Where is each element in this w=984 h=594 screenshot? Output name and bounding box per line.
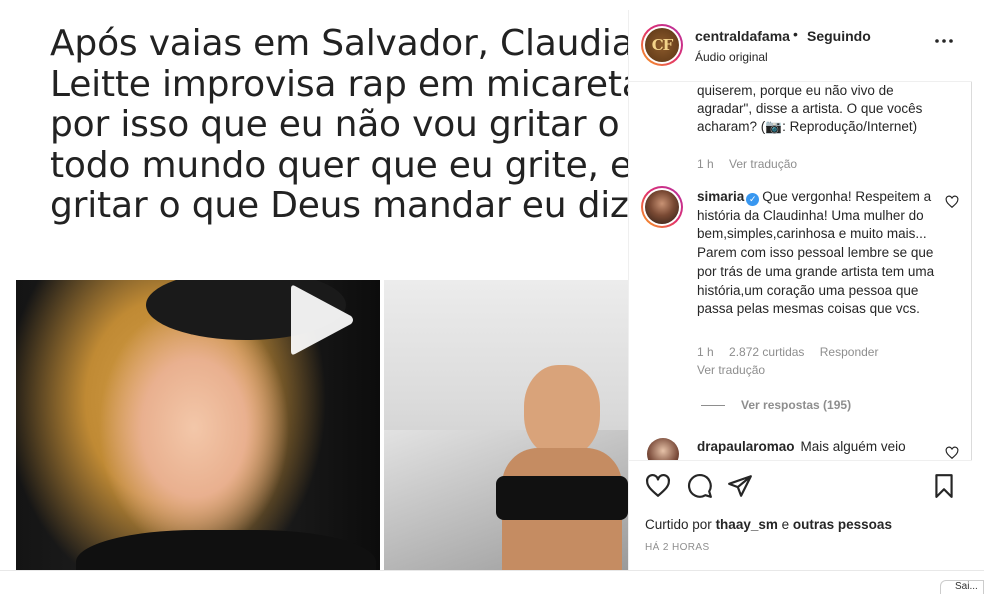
comment-like-icon[interactable] xyxy=(945,446,959,460)
comment-likes[interactable]: 2.872 curtidas xyxy=(729,345,804,359)
comment-bubble-icon[interactable] xyxy=(687,473,713,499)
avatar[interactable]: CF xyxy=(641,24,683,66)
avatar-logo: CF xyxy=(645,28,679,62)
comments-list[interactable]: quiserem, porque eu não vivo de agradar"… xyxy=(629,82,972,460)
post-header: CF centraldafama • Seguindo Áudio origin… xyxy=(629,10,972,82)
liked-by-and: e xyxy=(781,517,790,532)
headline-line: gritar o que Deus mandar eu dizer" xyxy=(50,185,628,226)
caption-text: quiserem, porque eu não vivo de agradar"… xyxy=(697,82,947,136)
caption-line: acharam? (📷: Reprodução/Internet) xyxy=(697,119,918,134)
like-heart-icon[interactable] xyxy=(645,473,671,499)
comment-time: 1 h xyxy=(697,345,714,359)
liked-by-user[interactable]: thaay_sm xyxy=(716,517,778,532)
avatar-photo xyxy=(645,190,679,224)
share-send-icon[interactable] xyxy=(727,473,753,499)
comment-text: Que vergonha! Respeitem a história da Cl… xyxy=(697,189,935,317)
liked-by: Curtido por thaay_sm e outras pessoas xyxy=(645,517,892,532)
more-horizontal-icon[interactable] xyxy=(933,30,955,52)
post-actions: Curtido por thaay_sm e outras pessoas HÁ… xyxy=(629,460,972,570)
comment-avatar[interactable] xyxy=(647,438,679,460)
view-replies-label: Ver respostas (195) xyxy=(741,398,852,412)
separator-dot: • xyxy=(793,26,798,42)
photo-right xyxy=(384,280,628,570)
liked-by-others[interactable]: outras pessoas xyxy=(793,517,892,532)
comment-author[interactable]: drapaularomao xyxy=(697,439,795,454)
save-bookmark-icon[interactable] xyxy=(931,473,957,499)
username-link[interactable]: centraldafama xyxy=(695,28,790,44)
translate-link[interactable]: Ver tradução xyxy=(697,363,765,377)
view-replies-button[interactable]: Ver respostas (195) xyxy=(701,398,851,412)
page-bottom-strip xyxy=(0,570,984,594)
comment-like-icon[interactable] xyxy=(945,195,959,209)
caption-time: 1 h xyxy=(697,157,714,171)
singer-top-shape xyxy=(496,476,628,520)
headline-line: Após vaias em Salvador, Claudia xyxy=(50,23,628,64)
audio-link[interactable]: Áudio original xyxy=(695,50,768,64)
comments-panel: CF centraldafama • Seguindo Áudio origin… xyxy=(628,10,972,570)
jacket-shape xyxy=(76,530,376,570)
comment-avatar[interactable] xyxy=(641,186,683,228)
caption-meta: 1 h Ver tradução xyxy=(697,157,809,171)
verified-badge-icon: ✓ xyxy=(746,193,760,206)
headline-line: Leitte improvisa rap em micareta: "É xyxy=(50,63,628,105)
comment-body: simaria ✓ Que vergonha! Respeitem a histór… xyxy=(697,188,942,319)
headline-line: todo mundo quer que eu grite, eu vou xyxy=(50,144,628,186)
post-media[interactable]: Após vaias em Salvador, Claudia Leitte im… xyxy=(12,10,628,570)
comment-body: drapaularomao Mais alguém veio xyxy=(697,439,906,454)
comment-author[interactable]: simaria xyxy=(697,189,744,204)
translate-link[interactable]: Ver tradução xyxy=(729,157,797,171)
corner-button[interactable]: Sai... xyxy=(940,580,984,594)
page: Após vaias em Salvador, Claudia Leitte im… xyxy=(0,0,984,594)
post-headline: Após vaias em Salvador, Claudia Leitte im… xyxy=(50,23,628,227)
comment-text: Mais alguém veio xyxy=(800,439,906,454)
following-button[interactable]: Seguindo xyxy=(807,28,871,44)
headline-line: por isso que eu não vou gritar o que xyxy=(50,104,620,145)
play-icon[interactable] xyxy=(287,280,357,360)
post-timestamp[interactable]: HÁ 2 HORAS xyxy=(645,542,710,553)
caption-line: quiserem, porque eu não vivo de xyxy=(697,83,894,98)
caption-line: agradar", disse a artista. O que vocês xyxy=(697,101,923,116)
singer-head-shape xyxy=(524,365,600,457)
reply-button[interactable]: Responder xyxy=(820,345,879,359)
liked-by-prefix: Curtido por xyxy=(645,517,712,532)
comment-meta: 1 h 2.872 curtidas Responder xyxy=(697,345,890,359)
replies-line xyxy=(701,405,725,407)
